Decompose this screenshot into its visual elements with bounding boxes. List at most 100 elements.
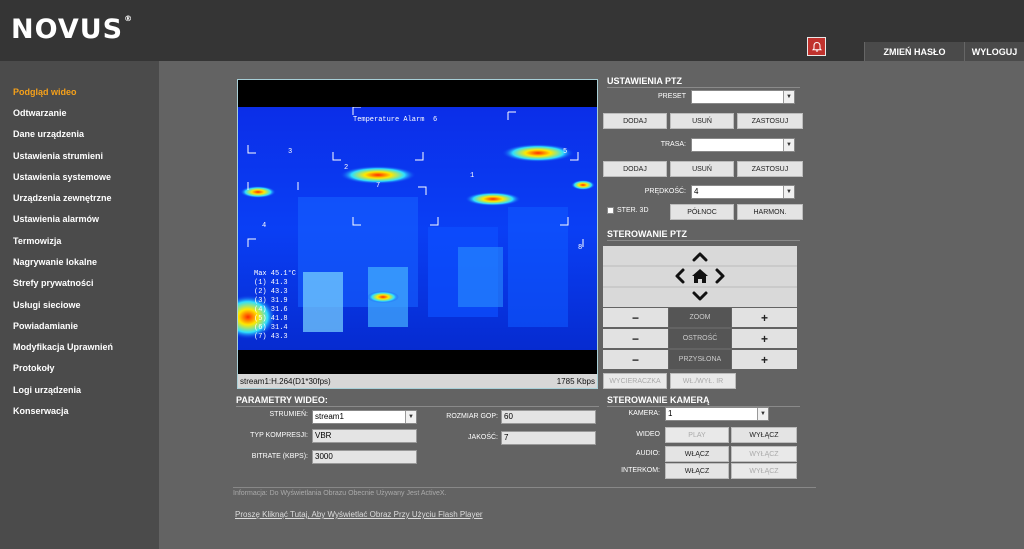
footer-divider bbox=[233, 487, 816, 488]
sidebar-item-thermal[interactable]: Termowizja bbox=[13, 236, 61, 246]
focus-label: OSTROŚĆ bbox=[669, 329, 731, 348]
sidebar-item-protocols[interactable]: Protokoły bbox=[13, 363, 55, 373]
stream-info: stream1:H.264(D1*30fps) bbox=[240, 376, 331, 386]
ptz-arrows bbox=[603, 252, 797, 301]
sidebar-item-alarm-settings[interactable]: Ustawienia alarmów bbox=[13, 214, 99, 224]
speed-select[interactable]: 4 ▼ bbox=[691, 185, 795, 199]
gop-field[interactable]: 60 bbox=[501, 410, 596, 424]
camera-select[interactable]: 1 ▼ bbox=[665, 407, 769, 421]
route-add-button[interactable]: DODAJ bbox=[603, 161, 667, 177]
bitrate-label: BITRATE (KBPS): bbox=[251, 453, 308, 460]
schedule-button[interactable]: HARMON. bbox=[737, 204, 803, 220]
sidebar-item-privacy-zones[interactable]: Strefy prywatności bbox=[13, 278, 94, 288]
ptz-direction-pad bbox=[603, 246, 797, 307]
zone-label: 8 bbox=[578, 244, 582, 252]
stream-label: STRUMIEŃ: bbox=[269, 411, 309, 418]
sidebar-item-live-view[interactable]: Podgląd wideo bbox=[13, 87, 77, 97]
focus-plus-button[interactable]: + bbox=[732, 329, 797, 348]
sidebar-item-stream-settings[interactable]: Ustawienia strumieni bbox=[13, 151, 103, 161]
chevron-down-icon: ▼ bbox=[783, 139, 794, 151]
temp-reading: (5) 41.8 bbox=[254, 315, 288, 323]
sidebar-item-system-settings[interactable]: Ustawienia systemowe bbox=[13, 172, 111, 182]
temp-reading: (3) 31.9 bbox=[254, 297, 288, 305]
zone-label: 3 bbox=[288, 148, 292, 156]
video-status-bar: stream1:H.264(D1*30fps) 1785 Kbps bbox=[238, 374, 597, 388]
chevron-down-icon: ▼ bbox=[405, 411, 416, 423]
zoom-out-button[interactable]: − bbox=[603, 308, 668, 327]
wiper-button[interactable]: WYCIERACZKA bbox=[603, 373, 667, 389]
stream-bitrate: 1785 Kbps bbox=[556, 376, 595, 386]
arrow-down-icon[interactable] bbox=[692, 291, 708, 301]
iris-plus-button[interactable]: + bbox=[732, 350, 797, 369]
zoom-row: − ZOOM + bbox=[603, 308, 797, 327]
sidebar-item-external-devices[interactable]: Urządzenia zewnętrzne bbox=[13, 193, 112, 203]
north-button[interactable]: PÓŁNOC bbox=[670, 204, 734, 220]
quality-label: JAKOŚĆ: bbox=[468, 434, 498, 441]
ster3d-label: STER. 3D bbox=[617, 207, 649, 214]
thermal-image: Temperature Alarm 6 1 2 3 4 5 7 8 Max 45… bbox=[238, 107, 597, 350]
audio-label: AUDIO: bbox=[635, 450, 660, 457]
novus-logo[interactable]: NOVUS® bbox=[11, 14, 133, 45]
zone-label: 4 bbox=[262, 222, 266, 230]
quality-field[interactable]: 7 bbox=[501, 431, 596, 445]
temp-reading: Max 45.1°C bbox=[254, 269, 296, 278]
intercom-on-button[interactable]: WŁĄCZ bbox=[665, 463, 729, 479]
sidebar-item-device-info[interactable]: Dane urządzenia bbox=[13, 129, 84, 139]
preset-remove-button[interactable]: USUŃ bbox=[670, 113, 734, 129]
preset-select[interactable]: ▼ bbox=[691, 90, 795, 104]
ster3d-checkbox[interactable] bbox=[607, 207, 614, 214]
audio-on-button[interactable]: WŁĄCZ bbox=[665, 446, 729, 462]
bell-icon bbox=[811, 41, 822, 52]
home-icon[interactable] bbox=[692, 269, 708, 283]
arrow-left-icon[interactable] bbox=[675, 268, 685, 284]
temp-reading: (7) 43.3 bbox=[254, 333, 288, 341]
sidebar-item-network-services[interactable]: Usługi sieciowe bbox=[13, 300, 81, 310]
zone-label: 7 bbox=[376, 182, 380, 190]
intercom-off-button[interactable]: WYŁĄCZ bbox=[731, 463, 797, 479]
video-play-button[interactable]: PLAY bbox=[665, 427, 729, 443]
arrow-up-icon[interactable] bbox=[692, 252, 708, 262]
sidebar-item-local-recording[interactable]: Nagrywanie lokalne bbox=[13, 257, 97, 267]
logout-button[interactable]: WYLOGUJ bbox=[964, 42, 1024, 61]
temp-reading: (4) 31.6 bbox=[254, 306, 288, 314]
video-viewer[interactable]: Temperature Alarm 6 1 2 3 4 5 7 8 Max 45… bbox=[237, 79, 598, 389]
preset-apply-button[interactable]: ZASTOSUJ bbox=[737, 113, 803, 129]
alarm-button[interactable] bbox=[807, 37, 826, 56]
zone-label: 2 bbox=[344, 164, 348, 172]
temp-reading: (6) 31.4 bbox=[254, 324, 288, 332]
ptz-settings-title: USTAWIENIA PTZ bbox=[607, 76, 800, 88]
zoom-label: ZOOM bbox=[669, 308, 731, 327]
route-apply-button[interactable]: ZASTOSUJ bbox=[737, 161, 803, 177]
iris-minus-button[interactable]: − bbox=[603, 350, 668, 369]
zoom-in-button[interactable]: + bbox=[732, 308, 797, 327]
overlay-number: 6 bbox=[433, 116, 437, 124]
ptz-control-title: STEROWANIE PTZ bbox=[607, 229, 800, 241]
change-password-button[interactable]: ZMIEŃ HASŁO bbox=[864, 42, 964, 61]
sidebar-item-permissions[interactable]: Modyfikacja Uprawnień bbox=[13, 342, 113, 352]
sidebar-item-maintenance[interactable]: Konserwacja bbox=[13, 406, 69, 416]
bitrate-field[interactable]: 3000 bbox=[312, 450, 417, 464]
flash-player-link[interactable]: Proszę Kliknąć Tutaj, Aby Wyświetlać Obr… bbox=[235, 510, 483, 519]
ir-toggle-button[interactable]: WŁ./WYŁ. IR bbox=[670, 373, 736, 389]
compression-field[interactable]: VBR bbox=[312, 429, 417, 443]
focus-minus-button[interactable]: − bbox=[603, 329, 668, 348]
preset-add-button[interactable]: DODAJ bbox=[603, 113, 667, 129]
sidebar-item-notifications[interactable]: Powiadamianie bbox=[13, 321, 78, 331]
audio-off-button[interactable]: WYŁĄCZ bbox=[731, 446, 797, 462]
route-select[interactable]: ▼ bbox=[691, 138, 795, 152]
chevron-down-icon: ▼ bbox=[783, 91, 794, 103]
route-remove-button[interactable]: USUŃ bbox=[670, 161, 734, 177]
top-links: ZMIEŃ HASŁO WYLOGUJ bbox=[864, 42, 1024, 61]
preset-label: PRESET bbox=[657, 93, 686, 100]
temp-reading: (1) 41.3 bbox=[254, 279, 288, 287]
route-label: TRASA: bbox=[660, 141, 686, 148]
header: NOVUS® ZMIEŃ HASŁO WYLOGUJ bbox=[0, 0, 1024, 61]
arrow-right-icon[interactable] bbox=[715, 268, 725, 284]
stream-select[interactable]: stream1 ▼ bbox=[312, 410, 417, 424]
intercom-label: INTERKOM: bbox=[621, 467, 660, 474]
speed-label: PRĘDKOŚĆ: bbox=[644, 188, 686, 195]
camera-label: KAMERA: bbox=[628, 410, 660, 417]
sidebar-item-playback[interactable]: Odtwarzanie bbox=[13, 108, 67, 118]
video-off-button[interactable]: WYŁĄCZ bbox=[731, 427, 797, 443]
sidebar-item-device-logs[interactable]: Logi urządzenia bbox=[13, 385, 81, 395]
